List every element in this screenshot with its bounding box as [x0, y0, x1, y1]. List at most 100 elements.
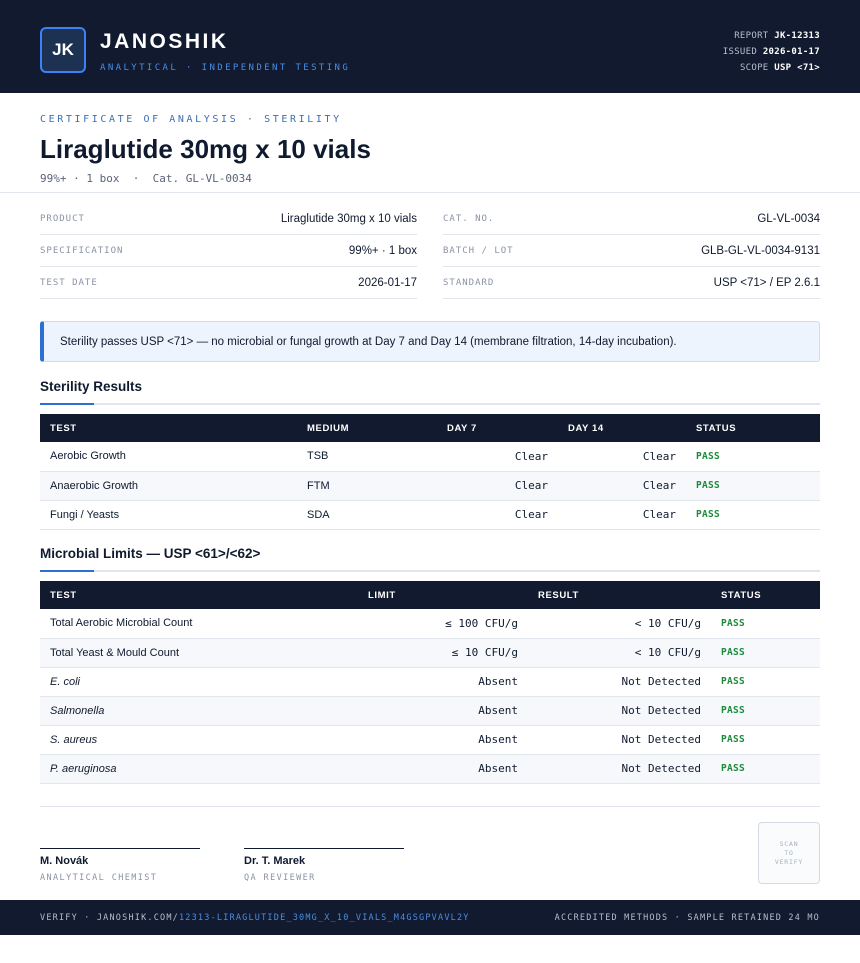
info-value: GLB-GL-VL-0034-9131 — [701, 244, 820, 257]
limit: Absent — [358, 667, 528, 697]
signature-block: Dr. T. Marek QA REVIEWER — [244, 848, 404, 883]
info-row-test-date: TEST DATE 2026-01-17 — [40, 267, 417, 299]
status-badge: PASS — [686, 471, 820, 501]
scope-label: SCOPE — [739, 63, 769, 73]
column-header: STATUS — [696, 422, 737, 434]
report-label: REPORT — [734, 31, 769, 41]
day14-result: Clear — [558, 471, 686, 501]
section-rule — [40, 403, 820, 405]
document-type: CERTIFICATE OF ANALYSIS · STERILITY — [40, 114, 342, 125]
signatory-role: ANALYTICAL CHEMIST — [40, 873, 158, 883]
microbial-table: TEST LIMIT RESULT STATUS Total Aerobic M… — [40, 581, 820, 784]
info-value: 99%+ · 1 box — [348, 244, 417, 257]
verify-prefix: VERIFY · JANOSHIK.COM/ — [40, 912, 179, 923]
result: < 10 CFU/g — [528, 638, 711, 668]
test-name: Fungi / Yeasts — [40, 500, 297, 530]
table-row: P. aeruginosa Absent Not Detected PASS — [40, 754, 820, 784]
limit: ≤ 10 CFU/g — [358, 638, 528, 668]
status-badge: PASS — [686, 500, 820, 530]
status-badge: PASS — [711, 609, 820, 639]
info-column-right: CAT. NO. GL-VL-0034 BATCH / LOT GLB-GL-V… — [443, 203, 820, 299]
info-row-standard: STANDARD USP <71> / EP 2.6.1 — [443, 267, 820, 299]
signatory-role: QA REVIEWER — [244, 873, 316, 883]
status-badge: PASS — [711, 667, 820, 697]
day14-result: Clear — [558, 442, 686, 472]
column-header: TEST — [50, 422, 77, 434]
result: Not Detected — [528, 667, 711, 697]
page-subtitle: 99%+ · 1 box · Cat. GL-VL-0034 — [40, 172, 252, 185]
day7-result: Clear — [437, 442, 558, 472]
section-rule — [40, 570, 820, 572]
limit: Absent — [358, 754, 528, 784]
info-value: 2026-01-17 — [358, 276, 417, 289]
table-row: Total Aerobic Microbial Count ≤ 100 CFU/… — [40, 609, 820, 639]
test-name: Anaerobic Growth — [40, 471, 297, 501]
qr-text: VERIFY — [774, 857, 804, 866]
report-header: JK JANOSHIK ANALYTICAL · INDEPENDENT TES… — [0, 0, 860, 93]
medium: FTM — [297, 471, 437, 501]
test-name: Total Yeast & Mould Count — [40, 638, 358, 668]
info-value: GL-VL-0034 — [757, 212, 820, 225]
info-row-batch-lot: BATCH / LOT GLB-GL-VL-0034-9131 — [443, 235, 820, 267]
page-title: Liraglutide 30mg x 10 vials — [40, 134, 371, 164]
verify-line: VERIFY · JANOSHIK.COM/12313-LIRAGLUTIDE_… — [40, 913, 470, 923]
signature-block: M. Novák ANALYTICAL CHEMIST — [40, 848, 200, 883]
table-header-row: TEST LIMIT RESULT STATUS — [40, 581, 820, 609]
column-header: LIMIT — [368, 589, 396, 601]
table-row: S. aureus Absent Not Detected PASS — [40, 725, 820, 755]
info-label: PRODUCT — [40, 213, 85, 224]
test-name: Total Aerobic Microbial Count — [40, 609, 358, 639]
info-row-specification: SPECIFICATION 99%+ · 1 box — [40, 235, 417, 267]
info-value: Liraglutide 30mg x 10 vials — [280, 212, 417, 225]
section-title-microbial: Microbial Limits — USP <61>/<62> — [40, 546, 261, 561]
table-row: E. coli Absent Not Detected PASS — [40, 667, 820, 697]
brand-logo: JK — [40, 27, 86, 73]
column-header: STATUS — [721, 589, 762, 601]
test-name: P. aeruginosa — [40, 754, 358, 784]
info-row-cat-no: CAT. NO. GL-VL-0034 — [443, 203, 820, 235]
section-title-sterility: Sterility Results — [40, 379, 143, 394]
info-label: SPECIFICATION — [40, 245, 124, 256]
limit: Absent — [358, 696, 528, 726]
divider — [40, 806, 820, 807]
report-id-line: REPORT JK-12313 — [723, 28, 820, 44]
signatory-name: Dr. T. Marek — [244, 855, 306, 867]
day14-result: Clear — [558, 500, 686, 530]
qr-code-placeholder[interactable]: SCAN TO VERIFY — [758, 822, 820, 884]
report-meta: REPORT JK-12313 ISSUED 2026-01-17 SCOPE … — [723, 28, 820, 76]
medium: SDA — [297, 500, 437, 530]
info-row-product: PRODUCT Liraglutide 30mg x 10 vials — [40, 203, 417, 235]
info-value: USP <71> / EP 2.6.1 — [713, 276, 820, 289]
summary-callout: Sterility passes USP <71> — no microbial… — [40, 321, 820, 362]
column-header: TEST — [50, 589, 77, 601]
sterility-table: TEST MEDIUM DAY 7 DAY 14 STATUS Aerobic … — [40, 414, 820, 530]
day7-result: Clear — [437, 471, 558, 501]
status-badge: PASS — [711, 725, 820, 755]
scope-value: USP <71> — [774, 63, 820, 73]
report-id: JK-12313 — [774, 31, 820, 41]
result: Not Detected — [528, 696, 711, 726]
brand-name: JANOSHIK — [100, 30, 229, 53]
issued-date: 2026-01-17 — [762, 47, 820, 57]
qr-text: SCAN — [779, 839, 799, 848]
brand-tagline: ANALYTICAL · INDEPENDENT TESTING — [100, 63, 351, 73]
medium: TSB — [297, 442, 437, 472]
table-header-row: TEST MEDIUM DAY 7 DAY 14 STATUS — [40, 414, 820, 442]
issued-label: ISSUED — [722, 47, 758, 57]
info-label: STANDARD — [443, 277, 495, 288]
test-name: Aerobic Growth — [40, 442, 297, 472]
result: Not Detected — [528, 754, 711, 784]
info-label: BATCH / LOT — [443, 245, 514, 256]
limit: Absent — [358, 725, 528, 755]
column-header: DAY 14 — [568, 422, 604, 434]
divider — [0, 192, 860, 193]
test-name: Salmonella — [40, 696, 358, 726]
test-name: E. coli — [40, 667, 358, 697]
scope-line: SCOPE USP <71> — [723, 60, 820, 76]
status-badge: PASS — [686, 442, 820, 472]
test-name: S. aureus — [40, 725, 358, 755]
table-row: Salmonella Absent Not Detected PASS — [40, 696, 820, 726]
verify-link[interactable]: 12313-LIRAGLUTIDE_30MG_X_10_VIALS_M4GSGP… — [179, 913, 470, 923]
footer-note: ACCREDITED METHODS · SAMPLE RETAINED 24 … — [554, 912, 820, 923]
qr-text: TO — [784, 848, 794, 857]
